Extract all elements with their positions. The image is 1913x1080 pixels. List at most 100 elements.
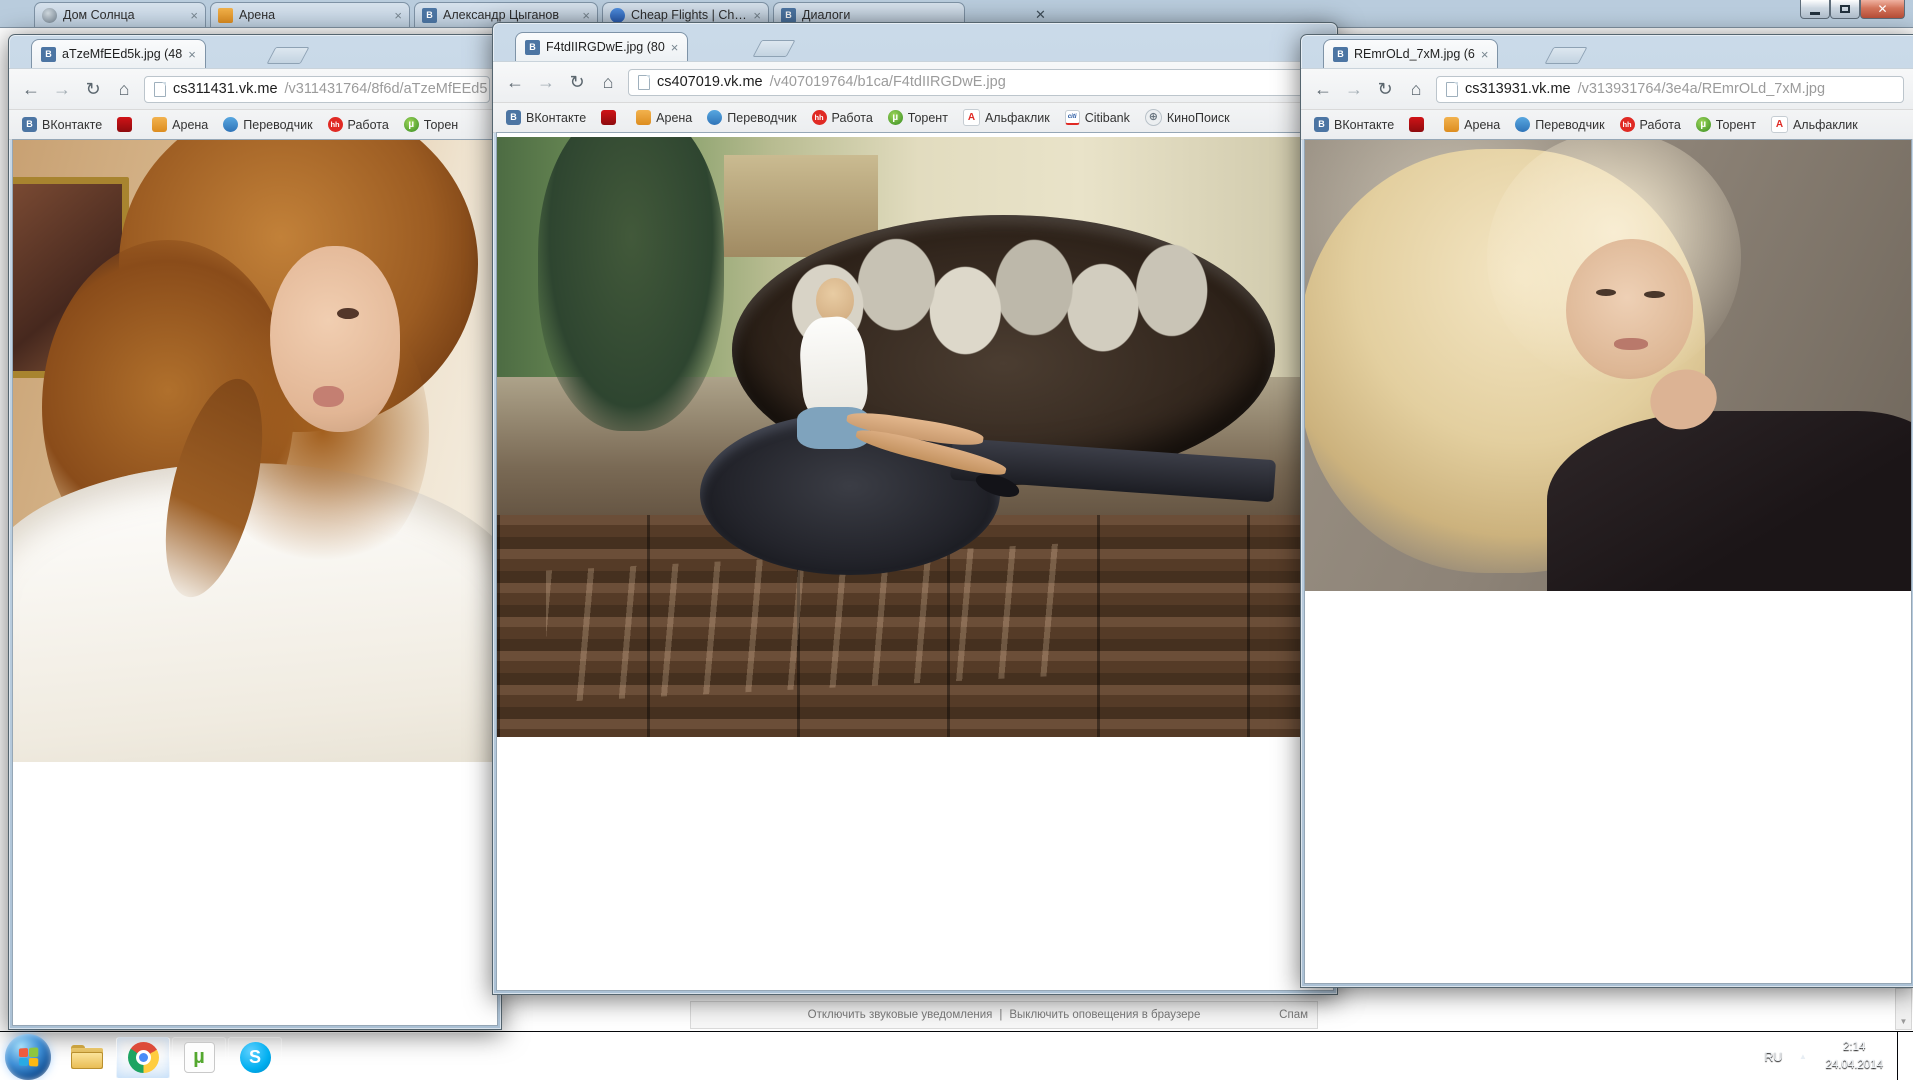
show-desktop-button[interactable]: [1897, 1032, 1913, 1080]
mute-sounds-link[interactable]: Отключить звуковые уведомления: [808, 1009, 993, 1021]
vk-favicon: В: [525, 39, 540, 55]
tab-close-icon[interactable]: ×: [188, 48, 196, 61]
taskbar-item-utorrent[interactable]: µ: [172, 1036, 226, 1079]
bookmark-rabota[interactable]: hh Работа: [327, 117, 389, 132]
browser-tab[interactable]: В REmrOLd_7xM.jpg (6 ×: [1323, 39, 1499, 68]
bookmark-torrent[interactable]: µ Торент: [1695, 117, 1756, 132]
address-bar[interactable]: cs311431.vk.me/v311431764/8f6d/aTzeMfEEd…: [144, 75, 490, 103]
page-content: [13, 140, 497, 1025]
browser-toolbar: ← → ↻ ⌂ cs311431.vk.me/v311431764/8f6d/a…: [9, 68, 501, 110]
red-site-icon: [117, 117, 133, 132]
new-tab-button[interactable]: [266, 47, 310, 64]
tab-close-icon[interactable]: ×: [394, 9, 402, 22]
taskbar-item-skype[interactable]: S: [228, 1036, 282, 1079]
bookmark-unnamed[interactable]: [1409, 117, 1429, 132]
tab-close-icon[interactable]: ×: [753, 9, 761, 22]
system-tray: RU ▲ 2:14 24.04.2014: [1764, 1032, 1913, 1080]
bookmark-arena[interactable]: Арена: [1444, 117, 1500, 132]
bookmark-alfaclick[interactable]: А Альфаклик: [962, 109, 1050, 126]
page-scrollbar[interactable]: ▼: [1895, 988, 1912, 1030]
tab-close-icon[interactable]: ×: [582, 9, 590, 22]
tray-expand-icon[interactable]: ▲: [1794, 1048, 1812, 1065]
bookmark-label: Торен: [423, 117, 459, 132]
maximize-button[interactable]: [1830, 0, 1860, 19]
home-button[interactable]: ⌂: [1405, 80, 1427, 98]
reload-button[interactable]: ↻: [1374, 80, 1396, 98]
clock[interactable]: 2:14 24.04.2014: [1825, 1039, 1883, 1075]
back-button[interactable]: ←: [20, 80, 42, 98]
separator: |: [999, 1009, 1003, 1021]
bookmark-kinopoisk[interactable]: ⊕ КиноПоиск: [1144, 109, 1230, 126]
close-icon[interactable]: ✕: [1035, 7, 1046, 23]
forward-button[interactable]: →: [51, 80, 73, 98]
new-tab-button[interactable]: [1544, 47, 1588, 64]
tab-title: Cheap Flights | Chea: [631, 8, 748, 22]
address-bar[interactable]: cs407019.vk.me/v407019764/b1ca/F4tdIIRGD…: [628, 68, 1326, 96]
language-indicator[interactable]: RU: [1764, 1050, 1782, 1064]
tab-close-icon[interactable]: ×: [190, 9, 198, 22]
scroll-down-icon[interactable]: ▼: [1900, 1017, 1908, 1026]
bookmark-arena[interactable]: Арена: [636, 110, 692, 125]
browser-tab[interactable]: В F4tdIIRGDwE.jpg (80 ×: [515, 32, 689, 61]
photo-art-layer: [537, 137, 725, 431]
bookmark-vkontakte[interactable]: В ВКонтакте: [1314, 117, 1394, 132]
bookmark-arena[interactable]: Арена: [152, 117, 208, 132]
site-favicon: [42, 7, 57, 23]
disable-alerts-link[interactable]: Выключить оповещения в браузере: [1009, 1009, 1200, 1021]
taskbar-item-chrome[interactable]: [116, 1036, 170, 1079]
bookmark-translator[interactable]: Переводчик: [1515, 117, 1605, 132]
back-button[interactable]: ←: [504, 73, 526, 91]
home-button[interactable]: ⌂: [597, 73, 619, 91]
new-tab-button[interactable]: [752, 40, 796, 57]
bookmark-label: Работа: [1639, 117, 1681, 132]
address-bar[interactable]: cs313931.vk.me/v313931764/3e4a/REmrOLd_7…: [1436, 75, 1904, 103]
headhunter-icon: hh: [1619, 117, 1635, 132]
forward-button[interactable]: →: [535, 73, 557, 91]
minimize-button[interactable]: [1800, 0, 1830, 19]
tab-title: F4tdIIRGDwE.jpg (80: [546, 40, 665, 54]
bookmark-rabota[interactable]: hh Работа: [1619, 117, 1681, 132]
tab-arena[interactable]: Арена ×: [210, 2, 410, 27]
arena-icon: [152, 117, 168, 132]
taskbar-item-explorer[interactable]: [60, 1037, 114, 1079]
photo-spoon-sculpture: [497, 137, 1308, 737]
bookmark-torrent[interactable]: µ Торент: [887, 110, 948, 125]
start-button[interactable]: [5, 1033, 51, 1080]
bookmark-translator[interactable]: Переводчик: [707, 110, 797, 125]
vk-icon: В: [1314, 117, 1329, 132]
url-path: /v311431764/8f6d/aTzeMfEEd5: [284, 81, 488, 97]
site-favicon: [218, 7, 233, 23]
url-path: /v407019764/b1ca/F4tdIIRGDwE.jpg: [769, 74, 1006, 90]
tab-dom-solnca[interactable]: Дом Солнца ×: [34, 2, 206, 27]
home-button[interactable]: ⌂: [113, 80, 135, 98]
close-button[interactable]: ✕: [1860, 0, 1905, 19]
browser-window-left: В aTzeMfEEd5k.jpg (48 × ← → ↻ ⌂ cs311431…: [8, 34, 502, 1030]
bookmarks-bar: В ВКонтакте Арена Переводчик hh Работа µ То…: [1301, 110, 1913, 140]
desktop: Дом Солнца × Арена × В Александр Цыганов…: [0, 0, 1913, 1080]
bookmark-unnamed[interactable]: [601, 110, 621, 125]
taskbar: µ S RU ▲ 2:14 24.04.2014: [0, 1031, 1913, 1080]
bookmark-torrent[interactable]: µ Торен: [403, 117, 459, 132]
photo-blonde-portrait: [1305, 140, 1911, 591]
tab-close-icon[interactable]: ×: [1481, 48, 1489, 61]
back-button[interactable]: ←: [1312, 80, 1334, 98]
bookmark-citibank[interactable]: citi Citibank: [1064, 110, 1130, 125]
forward-button[interactable]: →: [1343, 80, 1365, 98]
reload-button[interactable]: ↻: [566, 73, 588, 91]
tab-title: Александр Цыганов: [443, 8, 559, 22]
spam-link[interactable]: Спам: [1279, 1009, 1308, 1021]
skype-icon: S: [239, 1042, 271, 1073]
bookmark-vkontakte[interactable]: В ВКонтакте: [506, 110, 586, 125]
bookmark-alfaclick[interactable]: А Альфаклик: [1770, 116, 1858, 133]
bookmark-unnamed[interactable]: [117, 117, 137, 132]
browser-tab[interactable]: В aTzeMfEEd5k.jpg (48 ×: [31, 39, 206, 68]
citibank-icon: citi: [1064, 110, 1080, 125]
vk-icon: В: [506, 110, 521, 125]
bookmark-rabota[interactable]: hh Работа: [811, 110, 873, 125]
arena-icon: [636, 110, 652, 125]
utorrent-icon: µ: [403, 117, 419, 132]
reload-button[interactable]: ↻: [82, 80, 104, 98]
tab-close-icon[interactable]: ×: [671, 41, 679, 54]
bookmark-translator[interactable]: Переводчик: [223, 117, 313, 132]
bookmark-vkontakte[interactable]: В ВКонтакте: [22, 117, 102, 132]
